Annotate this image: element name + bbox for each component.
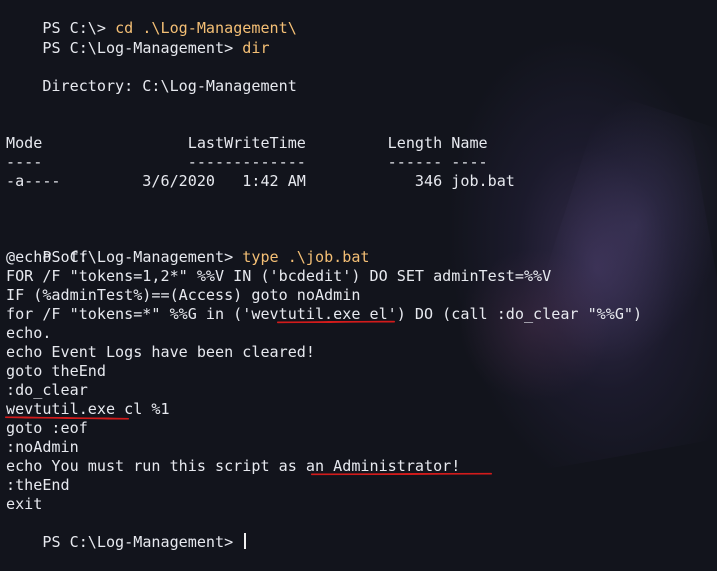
prompt-text: PS C:\Log-Management> [42, 533, 243, 551]
final-prompt-line[interactable]: PS C:\Log-Management> [6, 514, 247, 551]
script-line: @echo off [6, 248, 88, 266]
script-line: IF (%adminTest%)==(Access) goto noAdmin [6, 286, 361, 304]
script-line: :noAdmin [6, 438, 79, 456]
command-text: type .\job.bat [242, 248, 370, 266]
text-cursor [244, 533, 247, 549]
prompt-line-cd: PS C:\> cd .\Log-Management\ [6, 0, 296, 37]
table-rules: ---- ------------- ------ ---- [6, 153, 488, 171]
script-line: for /F "tokens=*" %%G in ('wevtutil.exe … [6, 305, 643, 323]
table-headers: Mode LastWriteTime Length Name [6, 134, 488, 152]
script-line: FOR /F "tokens=1,2*" %%V IN ('bcdedit') … [6, 267, 552, 285]
script-line: wevtutil.exe cl %1 [6, 400, 170, 418]
script-line: echo You must run this script as an Admi… [6, 457, 461, 475]
prompt-line-dir: PS C:\Log-Management> dir [6, 20, 269, 57]
script-line: echo Event Logs have been cleared! [6, 343, 315, 361]
script-line: :do_clear [6, 381, 88, 399]
script-line: exit [6, 495, 43, 513]
script-line: :theEnd [6, 476, 70, 494]
directory-label: Directory: C:\Log-Management [6, 77, 297, 95]
table-row: -a---- 3/6/2020 1:42 AM 346 job.bat [6, 172, 515, 190]
command-text: dir [242, 39, 270, 57]
terminal-window[interactable]: PS C:\> cd .\Log-Management\ PS C:\Log-M… [0, 0, 717, 551]
prompt-line-type: PS C:\Log-Management> type .\job.bat [6, 229, 369, 266]
script-line: echo. [6, 324, 52, 342]
prompt-text: PS C:\Log-Management> [42, 39, 243, 57]
script-line: goto :eof [6, 419, 88, 437]
script-line: goto theEnd [6, 362, 106, 380]
